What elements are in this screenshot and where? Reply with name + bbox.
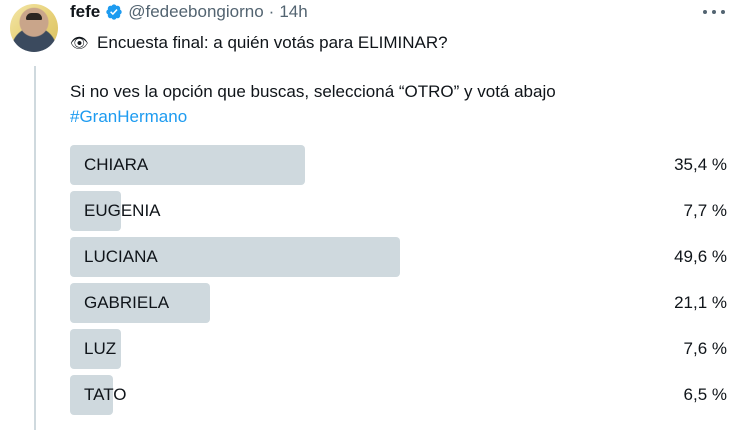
poll-option[interactable]: LUCIANA 49,6 % [70, 237, 735, 277]
poll-option-label: EUGENIA [84, 201, 161, 220]
hashtag-link[interactable]: #GranHermano [70, 107, 187, 127]
poll: CHIARA 35,4 % EUGENIA 7,7 % LUCIANA 49,6 % GAB… [70, 145, 735, 421]
eye-emoji-icon: 👁 [70, 35, 90, 52]
author-handle[interactable]: @fedeebongiorno [128, 2, 263, 22]
poll-option[interactable]: CHIARA 35,4 % [70, 145, 735, 185]
tweet-text-line2: Si no ves la opción que buscas, seleccio… [70, 82, 556, 101]
avatar[interactable] [10, 4, 58, 52]
poll-option-percent: 21,1 % [674, 293, 727, 312]
more-dot [721, 10, 725, 14]
poll-option-percent: 35,4 % [674, 155, 727, 174]
more-dot [703, 10, 707, 14]
timestamp[interactable]: 14h [279, 2, 307, 22]
author-name[interactable]: fefe [70, 2, 100, 22]
tweet-text-line1: 👁 Encuesta final: a quién votás para ELI… [70, 33, 448, 53]
avatar-hair [26, 13, 42, 20]
poll-option[interactable]: LUZ 7,6 % [70, 329, 735, 369]
verified-badge-icon [106, 4, 122, 20]
poll-option-percent: 7,7 % [683, 201, 727, 220]
separator-dot: · [268, 2, 275, 21]
poll-option-label: GABRIELA [84, 293, 170, 312]
tweet: fefe @fedeebongiorno · 14h 👁 Encuesta fi… [0, 0, 745, 430]
poll-option[interactable]: GABRIELA 21,1 % [70, 283, 735, 323]
poll-option[interactable]: TATO 6,5 % [70, 375, 735, 415]
poll-option-percent: 49,6 % [674, 247, 727, 266]
thread-line [34, 66, 36, 430]
poll-option-label: CHIARA [84, 155, 149, 174]
poll-option-label: TATO [84, 385, 127, 404]
more-options-icon[interactable] [703, 2, 725, 22]
poll-option-percent: 7,6 % [683, 339, 727, 358]
tweet-text-title: Encuesta final: a quién votás para ELIMI… [97, 33, 448, 52]
poll-option-label: LUCIANA [84, 247, 158, 266]
more-dot [712, 10, 716, 14]
poll-option[interactable]: EUGENIA 7,7 % [70, 191, 735, 231]
poll-option-label: LUZ [84, 339, 117, 358]
tweet-header: fefe @fedeebongiorno · 14h [70, 0, 308, 24]
poll-option-percent: 6,5 % [683, 385, 727, 404]
